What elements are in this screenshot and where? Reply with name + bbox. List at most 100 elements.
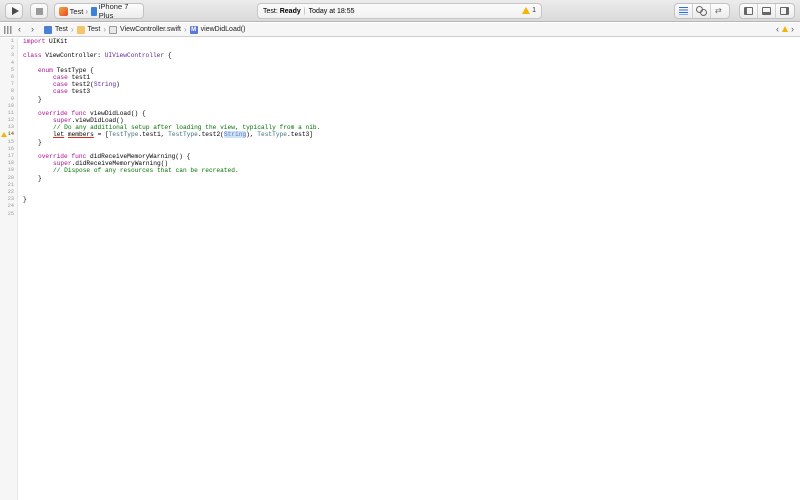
code-token: override func <box>38 153 87 160</box>
swift-file-icon <box>109 25 118 34</box>
warning-icon <box>522 7 531 14</box>
app-target-icon <box>59 6 68 16</box>
scheme-selector[interactable]: Test › iPhone 7 Plus <box>54 2 144 20</box>
breadcrumb-file[interactable]: ViewController.swift <box>109 25 181 34</box>
warning-count: 1 <box>532 7 536 14</box>
code-token: override func <box>38 109 87 117</box>
previous-issue-icon[interactable]: ‹ <box>776 24 779 34</box>
line-number: 16 <box>7 145 14 152</box>
run-button[interactable] <box>5 3 23 19</box>
code-text: case test2(String) <box>53 81 120 88</box>
code-line: 10 <box>0 103 800 110</box>
breadcrumb-project[interactable]: Test <box>44 25 68 34</box>
code-token: .test2( <box>197 131 224 139</box>
assistant-editor-button[interactable] <box>693 4 711 18</box>
code-text: override func viewDidLoad() { <box>38 110 146 117</box>
line-number: 12 <box>7 117 14 124</box>
scheme-target: Test <box>69 6 84 16</box>
standard-editor-icon <box>679 7 688 15</box>
stop-button[interactable] <box>30 3 48 19</box>
code-token: .didReceiveMemoryWarning() <box>71 160 169 168</box>
line-number: 1 <box>10 38 14 44</box>
breadcrumb-group[interactable]: Test <box>76 25 100 34</box>
code-line: 4 <box>0 60 800 67</box>
code-text: Test: Ready | Today at 18:55 <box>263 8 355 15</box>
bottom-panel-icon <box>762 7 771 15</box>
code-token: ), <box>246 131 258 139</box>
version-editor-button[interactable]: ⇄ <box>711 4 729 18</box>
code-line: 2 <box>0 45 800 52</box>
code-line: 12 super.viewDidLoad() <box>0 117 800 124</box>
line-number: 5 <box>10 66 14 73</box>
code-token: TestType <box>168 131 198 139</box>
code-token: let <box>53 131 65 139</box>
code-line: 17 override func didReceiveMemoryWarning(… <box>0 153 800 160</box>
back-arrow-icon[interactable]: ‹ <box>18 24 21 34</box>
right-panel-icon <box>780 7 789 15</box>
line-number: 9 <box>10 95 14 102</box>
warning-indicator[interactable]: 1 <box>522 7 536 14</box>
line-number: 21 <box>7 181 14 188</box>
utilities-toggle-button[interactable] <box>776 4 794 18</box>
line-number: 25 <box>7 210 14 217</box>
code-token: ) <box>116 81 120 89</box>
line-number: 14 <box>7 131 14 138</box>
code-line: 19 // Dispose of any resources that can b… <box>0 167 800 174</box>
line-number: 4 <box>10 59 14 66</box>
code-line: 1 import UIKit <box>0 38 800 45</box>
navigator-toggle-button[interactable] <box>740 4 758 18</box>
code-token: case <box>53 88 68 96</box>
debug-area-toggle-button[interactable] <box>758 4 776 18</box>
code-text: super.viewDidLoad() <box>53 117 124 124</box>
code-text: import UIKit <box>23 38 68 45</box>
code-token: case <box>53 73 68 81</box>
left-panel-icon <box>744 7 753 15</box>
scheme-device: iPhone 7 Plus <box>98 2 129 20</box>
code-text: } <box>38 95 42 103</box>
code-token: TestType { <box>52 66 94 74</box>
code-token: super <box>53 160 72 168</box>
folder-icon <box>76 25 85 34</box>
chevron-right-icon: › <box>70 25 74 34</box>
status-prefix: Test: <box>263 8 280 15</box>
breadcrumb-method[interactable]: M viewDidLoad() <box>189 25 245 34</box>
project-icon <box>44 25 52 34</box>
chevron-right-icon: › <box>103 25 107 34</box>
code-token: .viewDidLoad() <box>71 117 124 125</box>
editor-mode-group: ⇄ <box>674 3 730 19</box>
code-line: 24 <box>0 203 800 210</box>
code-text: } <box>38 138 42 146</box>
code-line: 23} <box>0 196 800 203</box>
code-line: 8 case test3 <box>0 88 800 95</box>
standard-editor-button[interactable] <box>675 4 693 18</box>
code-text: let members = [TestType.test1, TestType.… <box>53 131 313 139</box>
version-editor-icon: ⇄ <box>715 6 722 15</box>
line-number: 13 <box>7 124 14 131</box>
code-token: = [ <box>93 131 109 139</box>
code-token: .test1, <box>138 131 169 139</box>
code-line: 6 case test1 <box>0 74 800 81</box>
line-number: 10 <box>7 102 14 109</box>
forward-arrow-icon[interactable]: › <box>31 24 34 34</box>
line-number: 19 <box>7 167 14 174</box>
editor-controls: ⇄ <box>665 3 795 19</box>
code-token: ViewController: <box>41 52 105 60</box>
related-items-icon[interactable] <box>4 26 12 34</box>
line-number: 3 <box>10 52 14 59</box>
line-number: 8 <box>10 88 14 95</box>
code-line: 5 enum TestType { <box>0 67 800 74</box>
next-issue-icon[interactable]: › <box>791 24 794 34</box>
activity-status: Test: Ready | Today at 18:55 1 <box>257 3 542 19</box>
code-text: case test3 <box>53 88 90 95</box>
code-token: test3 <box>67 88 91 96</box>
code-line: 7 case test2(String) <box>0 81 800 88</box>
chevron-right-icon: › <box>85 6 89 16</box>
warning-code-line: 14 let members = [TestType.test1, TestTyp… <box>0 131 800 139</box>
source-editor[interactable]: 1 import UIKit 2 3 class ViewController: U… <box>0 38 800 218</box>
code-token: case <box>53 81 68 89</box>
code-token: { <box>164 52 172 60</box>
code-placeholder[interactable]: String <box>223 131 247 139</box>
jump-bar: ‹ › Test › Test › ViewController.swift ›… <box>0 23 800 37</box>
line-number: 17 <box>7 153 14 159</box>
code-line: 3 class ViewController: UIViewController … <box>0 52 800 59</box>
